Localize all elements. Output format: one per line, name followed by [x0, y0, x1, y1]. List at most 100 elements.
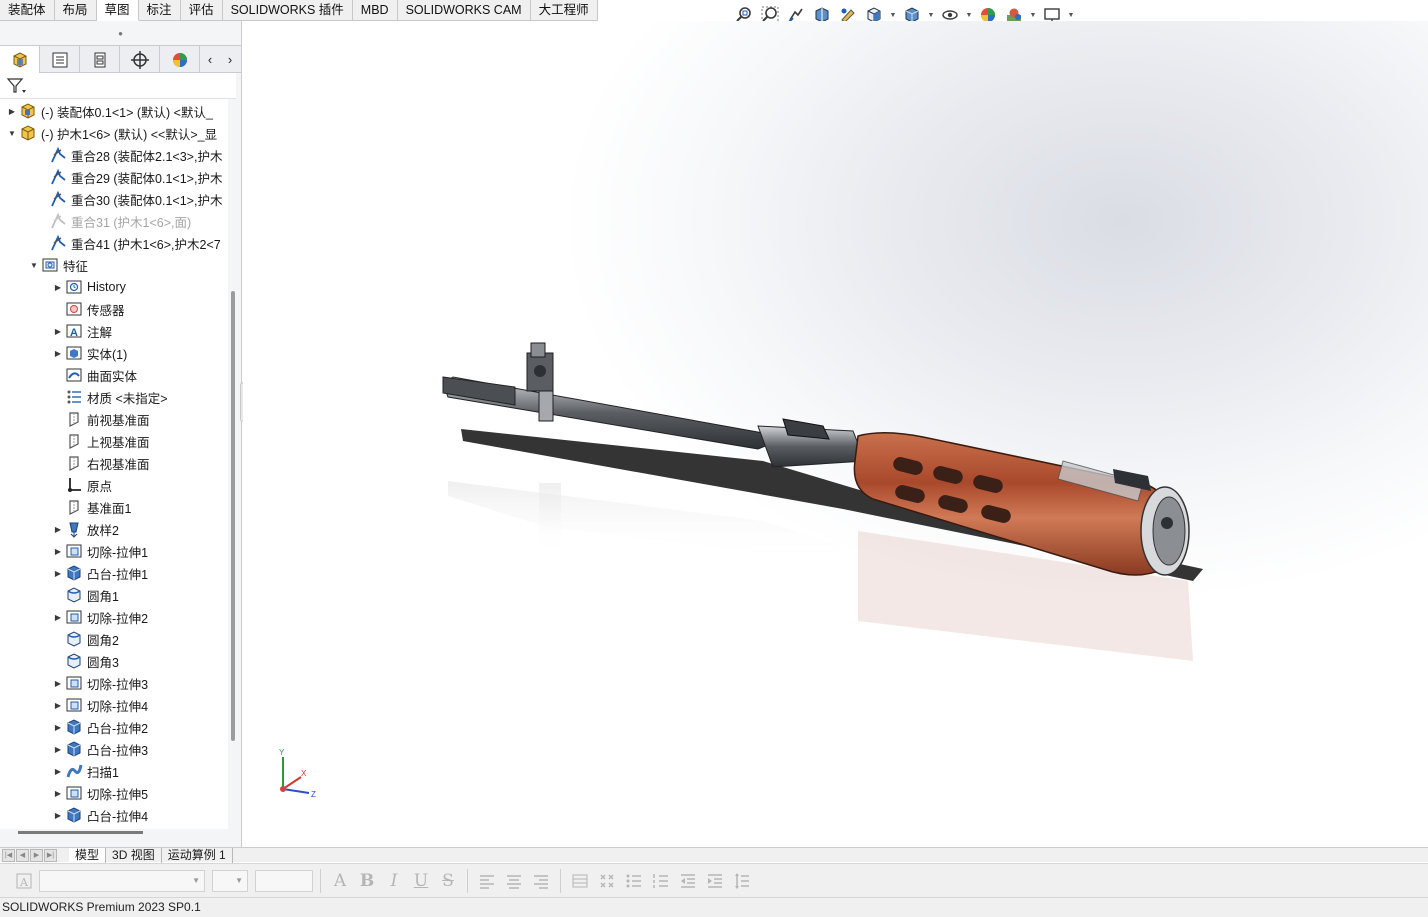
command-tab[interactable]: 布局 [54, 0, 97, 21]
tree-item-feature[interactable]: ▶ 切除-拉伸3 [52, 672, 148, 694]
tab-scroll-left-icon[interactable]: ‹ [200, 46, 220, 73]
tree-item-feature[interactable]: 圆角2 [52, 628, 119, 650]
expand-arrow-icon[interactable]: ▶ [52, 327, 64, 336]
expand-arrow-icon[interactable]: ▶ [52, 723, 64, 732]
symbol-grid-icon[interactable] [595, 869, 619, 893]
decrease-indent-icon[interactable] [676, 869, 700, 893]
cut-extrude-icon [64, 541, 84, 561]
expand-arrow-icon[interactable]: ▶ [52, 789, 64, 798]
insert-table-icon[interactable] [568, 869, 592, 893]
displaymanager-icon[interactable] [160, 46, 200, 73]
dimxpertmanager-icon[interactable] [120, 46, 160, 73]
align-right-icon[interactable] [529, 869, 553, 893]
tree-item-feature[interactable]: 圆角3 [52, 650, 119, 672]
tree-item-feature[interactable]: ▶ 扫描1 [52, 760, 119, 782]
expand-arrow-icon[interactable]: ▶ [6, 107, 18, 116]
command-tab[interactable]: 大工程师 [530, 0, 598, 21]
tree-item-feature[interactable]: 材质 <未指定> [52, 386, 168, 408]
featuremanager-tree-icon[interactable] [0, 46, 40, 73]
tree-item-feature[interactable]: ▶ 切除-拉伸2 [52, 606, 148, 628]
command-tab[interactable]: SOLIDWORKS CAM [397, 0, 531, 21]
configurationmanager-icon[interactable] [80, 46, 120, 73]
tree-item-feature[interactable]: 曲面实体 [52, 364, 137, 386]
handguard-assembly-model[interactable] [243, 21, 1428, 847]
tree-item-component[interactable]: ▶ (-) 装配体0.1<1> (默认) <默认_ [6, 100, 213, 122]
tree-item-feature[interactable]: 原点 [52, 474, 112, 496]
tree-item-feature[interactable]: 基准面1 [52, 496, 131, 518]
propertymanager-icon[interactable] [40, 46, 80, 73]
tree-item-mate[interactable]: 重合41 (护木1<6>,护木2<7 [36, 232, 221, 254]
collapse-arrow-icon[interactable]: ▼ [6, 129, 18, 138]
last-tab-icon[interactable]: ▶| [44, 848, 57, 862]
tree-item-feature[interactable]: 圆角1 [52, 584, 119, 606]
align-left-icon[interactable] [475, 869, 499, 893]
expand-arrow-icon[interactable]: ▶ [52, 349, 64, 358]
tree-item-feature[interactable]: 上视基准面 [52, 430, 150, 452]
bottom-tab[interactable]: 运动算例 1 [162, 847, 233, 863]
feature-filter-bar[interactable] [0, 73, 236, 99]
font-select[interactable]: ▼ [39, 869, 205, 892]
tree-item-feature[interactable]: ▶ 凸台-拉伸2 [52, 716, 148, 738]
horizontal-scrollbar[interactable] [18, 831, 143, 834]
strikethrough-button[interactable]: S [436, 869, 460, 893]
tree-item-mate[interactable]: 重合30 (装配体0.1<1>,护木 [36, 188, 222, 210]
tree-item-feature[interactable]: ▶ 凸台-拉伸1 [52, 562, 148, 584]
expand-arrow-icon[interactable]: ▶ [52, 283, 64, 292]
tree-item-mate[interactable]: 重合31 (护木1<6>,面) [36, 210, 191, 232]
expand-arrow-icon[interactable]: ▶ [52, 767, 64, 776]
tree-item-feature[interactable]: ▶ 切除-拉伸1 [52, 540, 148, 562]
tree-item-feature[interactable]: ▶ A 注解 [52, 320, 112, 342]
tree-item-feature[interactable]: ▶ 凸台-拉伸4 [52, 804, 148, 826]
command-tab[interactable]: 装配体 [0, 0, 55, 21]
next-tab-icon[interactable]: ▶ [30, 848, 43, 862]
previous-tab-icon[interactable]: ◀ [16, 848, 29, 862]
expand-arrow-icon[interactable]: ▶ [52, 811, 64, 820]
tree-item-feature[interactable]: ▶ 切除-拉伸5 [52, 782, 148, 804]
expand-arrow-icon[interactable]: ▶ [52, 701, 64, 710]
tree-item-feature[interactable]: 前视基准面 [52, 408, 150, 430]
font-size-select[interactable]: ▼ [212, 869, 248, 892]
vertical-scrollbar[interactable] [231, 291, 235, 741]
command-tab[interactable]: 评估 [180, 0, 223, 21]
tree-item-component[interactable]: ▼ (-) 护木1<6> (默认) <<默认>_显 [6, 122, 217, 144]
expand-arrow-icon[interactable]: ▶ [52, 525, 64, 534]
bullet-list-icon[interactable] [622, 869, 646, 893]
filter-icon[interactable] [6, 77, 28, 95]
tree-item-mate[interactable]: 重合29 (装配体0.1<1>,护木 [36, 166, 222, 188]
tree-item-feature[interactable]: ▶ 凸台-拉伸3 [52, 738, 148, 760]
expand-arrow-icon[interactable]: ▶ [52, 569, 64, 578]
panel-grip-icon[interactable]: ● [0, 21, 241, 45]
bottom-tab[interactable]: 模型 [69, 847, 107, 863]
expand-arrow-icon[interactable]: ▶ [52, 547, 64, 556]
graphics-area[interactable]: Y X Z [243, 21, 1428, 847]
collapse-arrow-icon[interactable]: ▼ [28, 261, 40, 270]
tree-item-mate[interactable]: 重合28 (装配体2.1<3>,护木 [36, 144, 222, 166]
bold-button[interactable]: B [355, 869, 379, 893]
tree-item-feature[interactable]: ▶ 切除-拉伸4 [52, 694, 148, 716]
numbered-list-icon[interactable] [649, 869, 673, 893]
tab-scroll-right-icon[interactable]: › [220, 46, 240, 73]
command-tab[interactable]: 草图 [96, 0, 139, 21]
first-tab-icon[interactable]: |◀ [2, 848, 15, 862]
tree-item-feature[interactable]: 右视基准面 [52, 452, 150, 474]
tree-item-feature[interactable]: 传感器 [52, 298, 125, 320]
align-center-icon[interactable] [502, 869, 526, 893]
tree-item-features-folder[interactable]: ▼ 特征 [28, 254, 88, 276]
tree-item-feature[interactable]: ▶ 放样2 [52, 518, 119, 540]
tree-item-feature[interactable]: ▶ History [52, 276, 126, 298]
font-color-button[interactable]: A [328, 869, 352, 893]
command-tab[interactable]: 标注 [138, 0, 181, 21]
expand-arrow-icon[interactable]: ▶ [52, 679, 64, 688]
text-style-icon[interactable]: A [12, 869, 36, 893]
increase-indent-icon[interactable] [703, 869, 727, 893]
underline-button[interactable]: U [409, 869, 433, 893]
command-tab[interactable]: SOLIDWORKS 插件 [222, 0, 353, 21]
italic-button[interactable]: I [382, 869, 406, 893]
line-spacing-icon[interactable] [730, 869, 754, 893]
tree-item-feature[interactable]: ▶ 实体(1) [52, 342, 127, 364]
expand-arrow-icon[interactable]: ▶ [52, 613, 64, 622]
command-tab[interactable]: MBD [352, 0, 398, 21]
height-input[interactable] [255, 869, 313, 892]
bottom-tab[interactable]: 3D 视图 [106, 847, 162, 863]
expand-arrow-icon[interactable]: ▶ [52, 745, 64, 754]
